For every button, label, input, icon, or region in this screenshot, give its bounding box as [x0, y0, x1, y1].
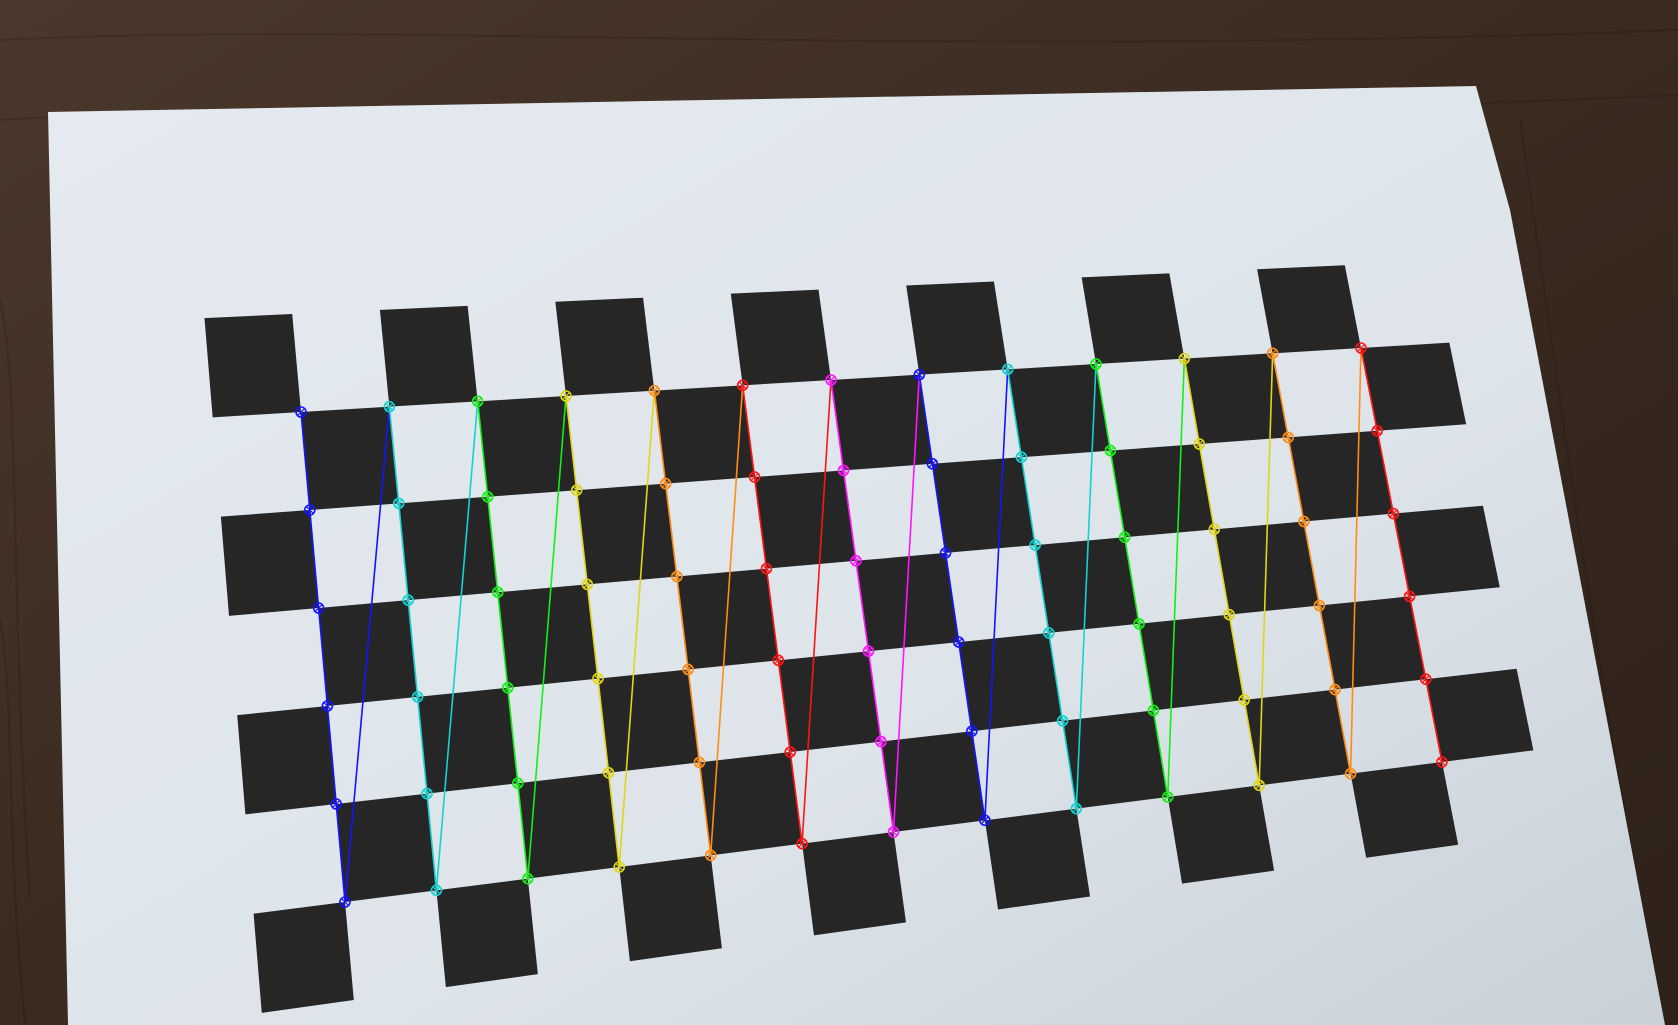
checker-square — [1319, 596, 1426, 690]
checker-square — [1393, 505, 1500, 597]
checker-square — [517, 772, 620, 879]
checker-square — [1081, 273, 1185, 364]
checker-square — [906, 281, 1008, 375]
checker-square — [1257, 265, 1361, 354]
checker-square — [676, 568, 779, 670]
checker-square — [619, 855, 722, 962]
checker-square — [555, 297, 655, 396]
checker-square — [1425, 668, 1534, 762]
checker-square — [204, 314, 301, 418]
checker-square — [398, 496, 498, 601]
checker-square — [1350, 762, 1459, 858]
checker-square — [436, 878, 538, 988]
checker-square — [220, 510, 319, 616]
checker-square — [253, 902, 354, 1013]
checker-square — [379, 305, 478, 407]
checker-square — [932, 457, 1036, 553]
checker-square — [417, 687, 518, 794]
checker-square — [802, 832, 906, 936]
checker-square — [1361, 342, 1467, 431]
checker-square — [754, 470, 856, 569]
checker-square — [237, 706, 337, 815]
checker-square — [336, 793, 437, 902]
checker-square — [1288, 430, 1394, 522]
checker-square — [984, 808, 1091, 910]
checker-square — [958, 632, 1063, 732]
checker-square — [597, 669, 700, 773]
checker-square — [1139, 614, 1245, 711]
checker-square — [1167, 785, 1275, 884]
checker-square — [318, 600, 418, 706]
checker-square — [730, 289, 831, 386]
checker-square — [856, 552, 959, 652]
checker-square — [778, 651, 881, 752]
calibration-photo — [0, 0, 1678, 1025]
checker-square — [497, 584, 598, 688]
checker-square — [1110, 444, 1215, 538]
checker-square — [576, 483, 677, 585]
